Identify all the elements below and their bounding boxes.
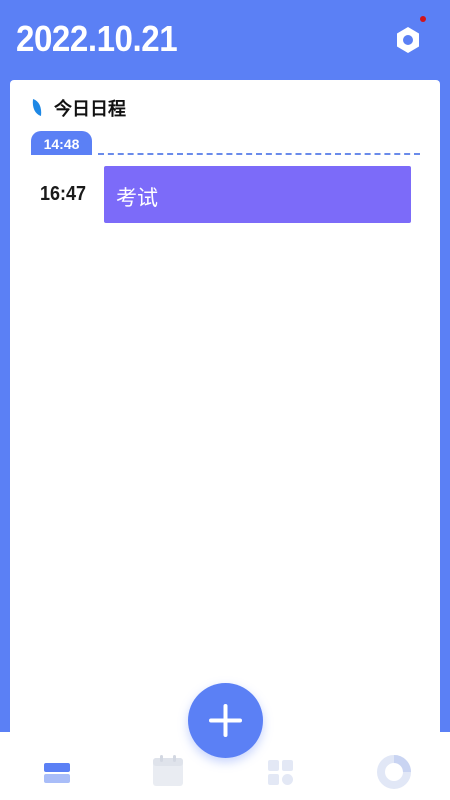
section-title: 今日日程 <box>54 99 126 120</box>
notification-dot <box>420 16 426 22</box>
section-header: 今日日程 <box>30 97 126 120</box>
tab-statistics[interactable] <box>376 754 412 790</box>
calendar-icon <box>153 755 183 786</box>
add-event-button[interactable] <box>188 683 263 758</box>
settings-button[interactable] <box>392 16 426 56</box>
event-title: 考试 <box>116 186 158 210</box>
event-card[interactable]: 考试 <box>104 166 411 223</box>
tab-calendar[interactable] <box>150 754 186 790</box>
tab-list[interactable] <box>39 754 75 790</box>
tab-widgets[interactable] <box>263 754 299 790</box>
plus-icon <box>209 704 242 737</box>
date-title: 2022.10.21 <box>16 18 178 59</box>
leaf-icon <box>32 99 42 116</box>
hexagon-settings-icon <box>397 27 419 53</box>
current-time-line <box>98 153 420 155</box>
donut-chart-icon <box>377 755 411 789</box>
current-time-tag: 14:48 <box>31 131 92 155</box>
app-header: 2022.10.21 <box>0 0 450 80</box>
list-icon <box>44 763 70 783</box>
widgets-icon <box>268 760 293 785</box>
event-time: 16:47 <box>40 183 87 205</box>
